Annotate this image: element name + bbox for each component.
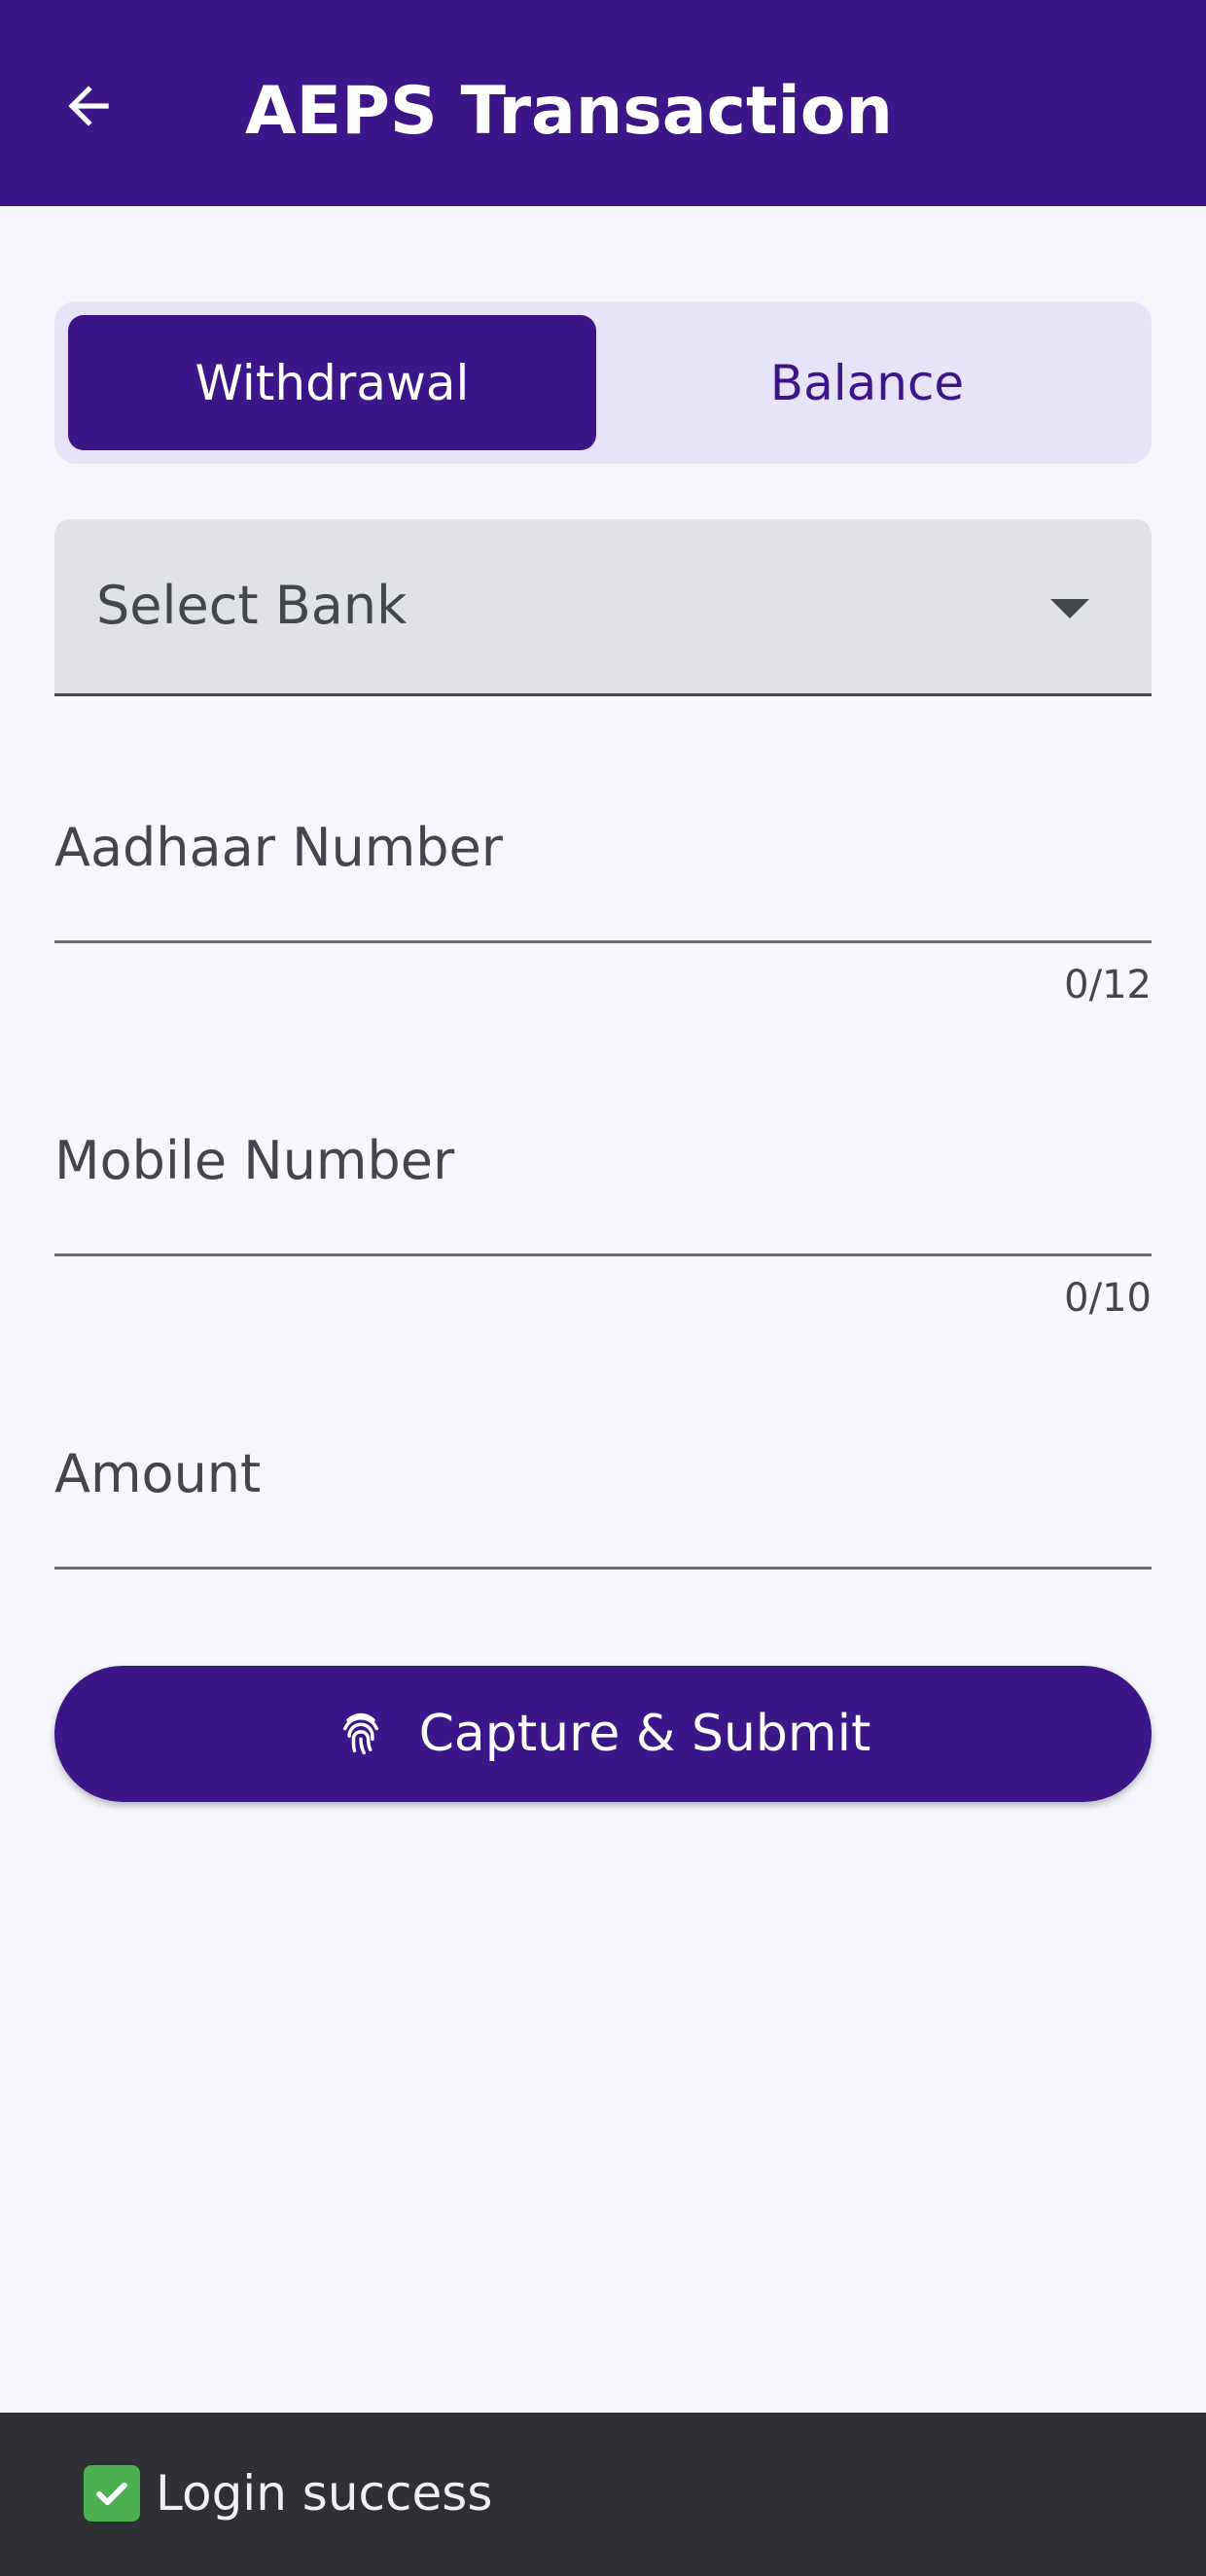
capture-submit-button[interactable]: Capture & Submit (54, 1666, 1152, 1802)
snackbar-message: Login success (156, 2465, 493, 2522)
mobile-number-field[interactable]: Mobile Number (54, 1091, 1152, 1256)
dropdown-arrow-icon (1050, 599, 1089, 618)
bank-select-label: Select Bank (96, 575, 408, 636)
aadhaar-number-label: Aadhaar Number (54, 817, 504, 878)
snackbar: Login success (0, 2413, 1206, 2576)
back-button[interactable] (54, 72, 123, 140)
aadhaar-number-field[interactable]: Aadhaar Number (54, 778, 1152, 943)
bank-select-dropdown[interactable]: Select Bank (54, 519, 1152, 696)
arrow-left-icon (68, 86, 109, 126)
fingerprint-icon (336, 1709, 386, 1759)
page-title: AEPS Transaction (245, 73, 893, 150)
amount-field[interactable]: Amount (54, 1404, 1152, 1570)
capture-submit-label: Capture & Submit (418, 1705, 871, 1763)
check-mark-icon (84, 2465, 140, 2522)
mobile-counter: 0/10 (1064, 1276, 1152, 1321)
mobile-number-label: Mobile Number (54, 1130, 455, 1191)
app-bar: AEPS Transaction (0, 0, 1206, 206)
tab-withdrawal[interactable]: Withdrawal (68, 315, 596, 450)
transaction-type-toggle: Withdrawal Balance (54, 301, 1152, 464)
tab-balance[interactable]: Balance (596, 315, 1138, 450)
aadhaar-counter: 0/12 (1064, 963, 1152, 1007)
amount-label: Amount (54, 1443, 262, 1504)
